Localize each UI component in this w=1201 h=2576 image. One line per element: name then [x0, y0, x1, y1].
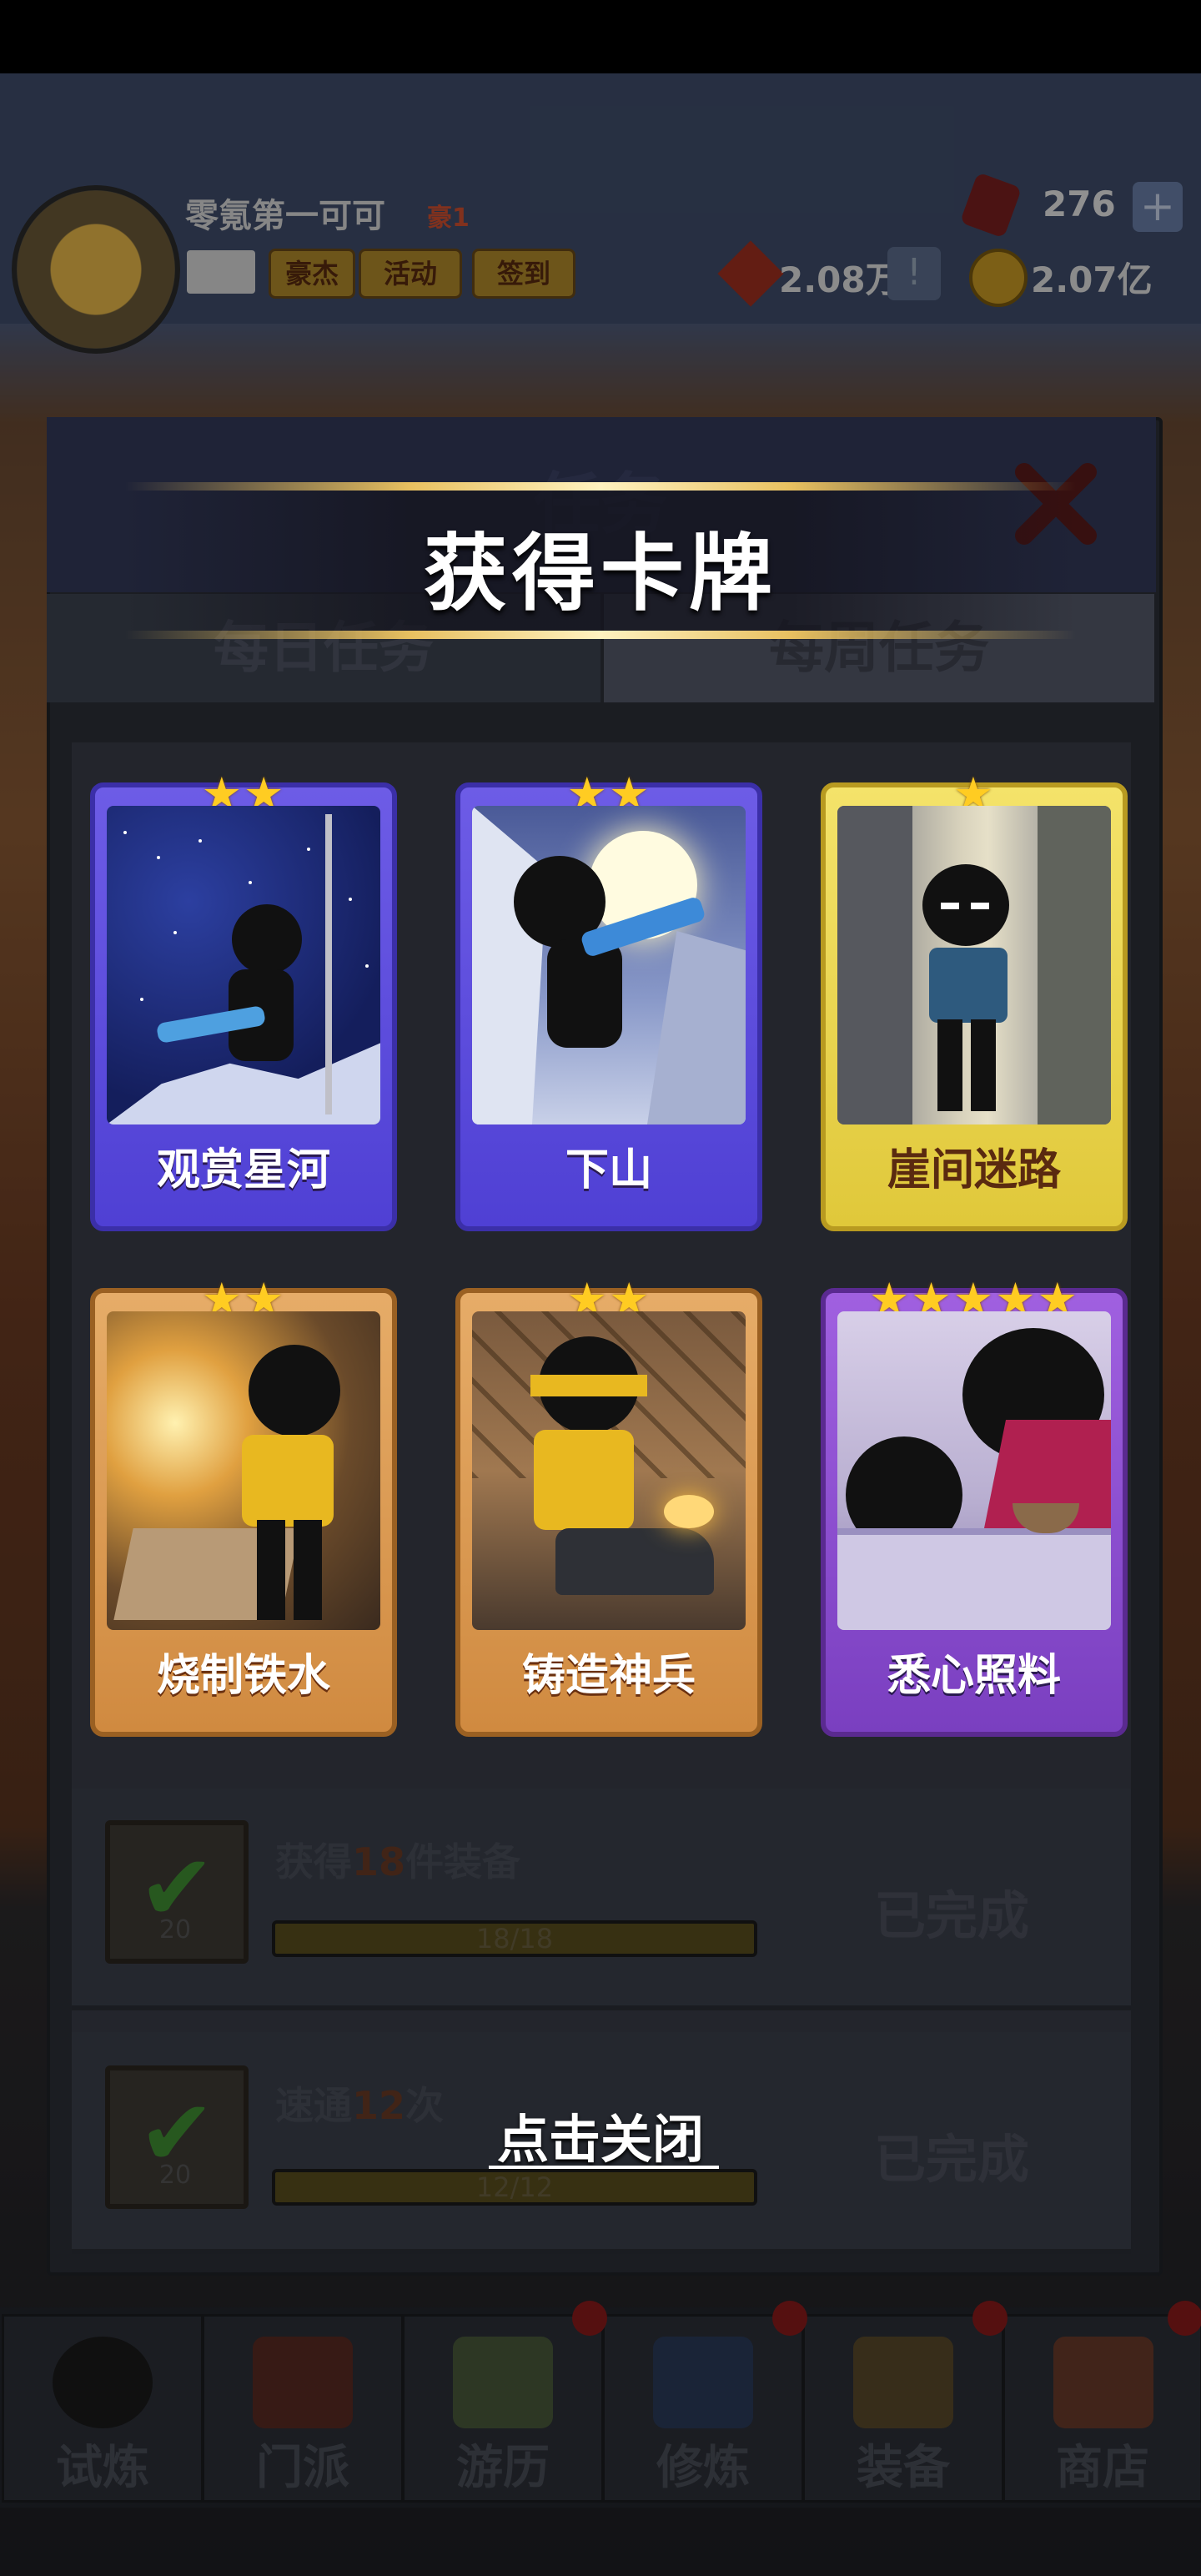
card-name: 悉心照料	[887, 1651, 1061, 1701]
stickman-body	[547, 939, 622, 1048]
card-art	[472, 806, 746, 1124]
card-art	[472, 1311, 746, 1630]
card-name: 观赏星河	[156, 1145, 330, 1195]
stickman-leg	[257, 1520, 285, 1620]
title-glow-line	[125, 482, 1076, 491]
card-lost-cliff[interactable]: ★ 崖间迷路	[821, 769, 1128, 1231]
card-molten-iron[interactable]: ★★ 烧制铁水	[90, 1275, 397, 1737]
status-bar	[0, 0, 1201, 73]
stickman-leg	[294, 1520, 322, 1620]
stickman-leg	[971, 1019, 996, 1111]
card-stargazing[interactable]: ★★ 观赏星河	[90, 769, 397, 1231]
card-caring[interactable]: ★★★★★ 悉心照料	[821, 1275, 1128, 1737]
tap-to-close[interactable]: 点击关闭	[0, 2097, 1201, 2172]
close-hint-underline	[489, 2166, 719, 2169]
stickman-head	[232, 904, 302, 974]
stickman-leg	[937, 1019, 962, 1111]
card-art	[837, 1311, 1111, 1630]
popup-title: 获得卡牌	[424, 525, 777, 622]
card-name: 烧制铁水	[156, 1651, 330, 1701]
card-art	[107, 1311, 380, 1630]
stickman-head	[249, 1345, 340, 1436]
card-descend-mountain[interactable]: ★★ 下山	[455, 769, 762, 1231]
stickman-head	[922, 864, 1009, 946]
card-name: 铸造神兵	[521, 1651, 696, 1701]
card-name: 下山	[565, 1145, 652, 1195]
card-name: 崖间迷路	[887, 1145, 1061, 1195]
card-art	[107, 806, 380, 1124]
card-forge-weapon[interactable]: ★★ 铸造神兵	[455, 1275, 762, 1737]
card-art	[837, 806, 1111, 1124]
title-glow-line	[125, 631, 1076, 639]
